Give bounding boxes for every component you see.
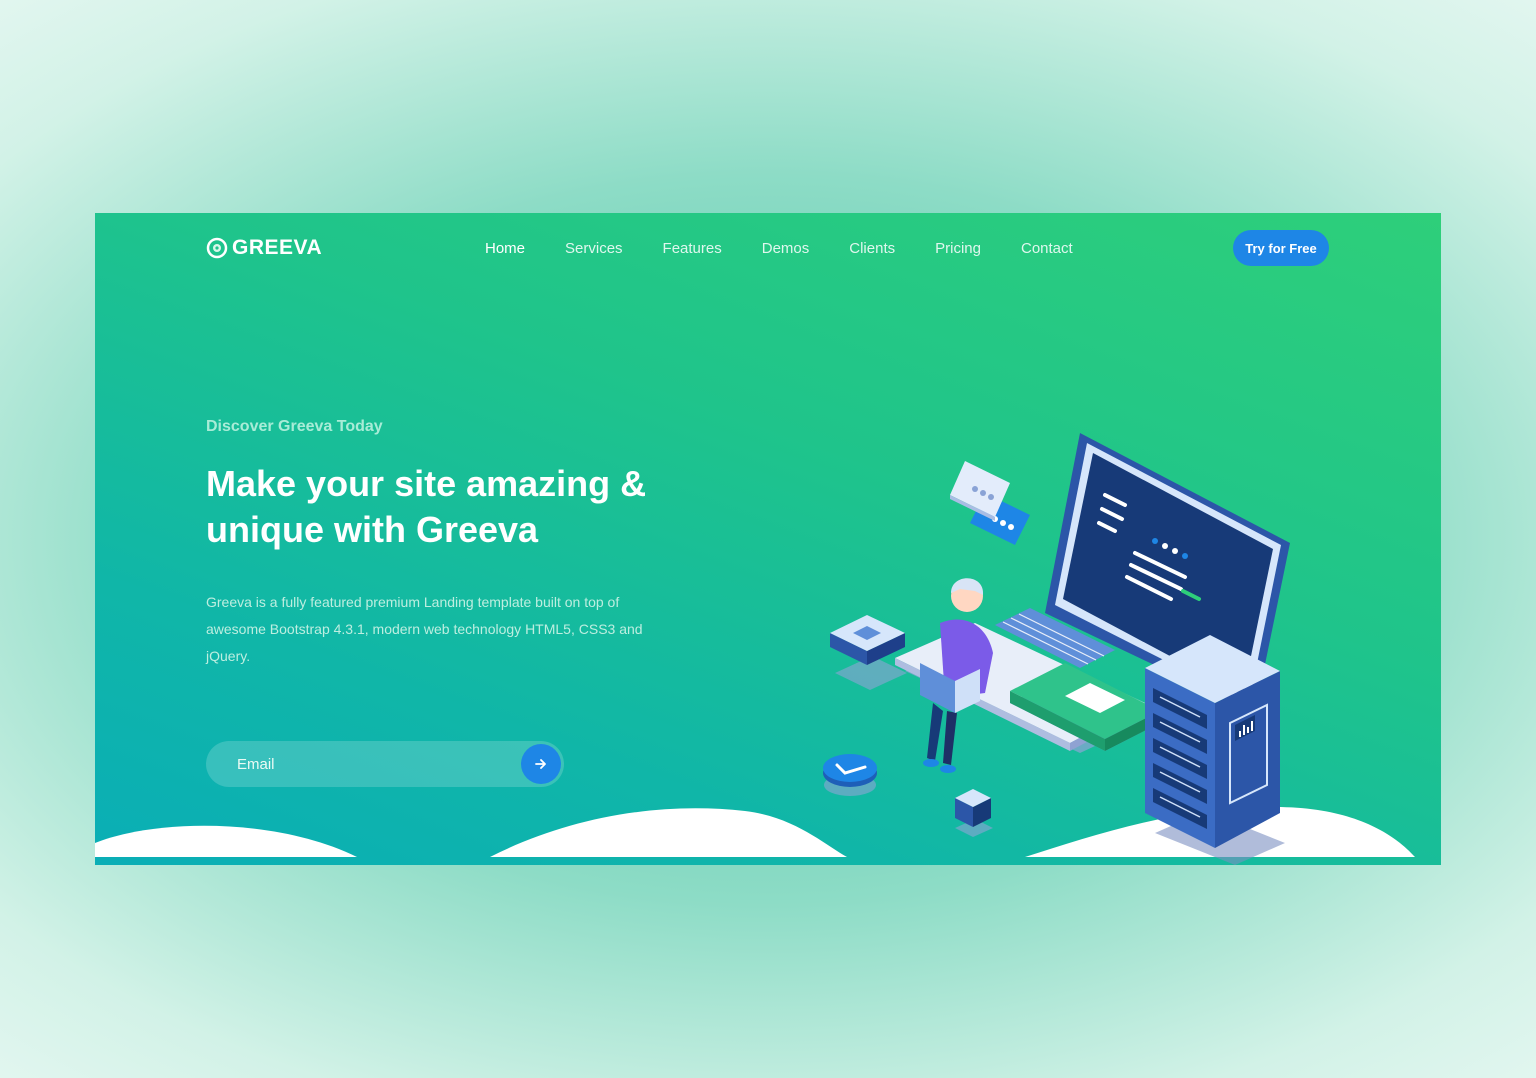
nav-clients-link[interactable]: Clients [849,240,895,257]
person-illustration [920,578,993,773]
landing-page-hero: GREEVA Home Services Features Demos Clie… [95,213,1441,865]
email-signup-form [206,741,564,787]
email-submit-button[interactable] [521,744,561,784]
chat-bubbles-illustration [950,461,1030,545]
nav-contact-link[interactable]: Contact [1021,240,1073,257]
nav-demos-link[interactable]: Demos [762,240,810,257]
server-rack-illustration [1145,635,1285,865]
hero-description: Greeva is a fully featured premium Landi… [206,594,643,664]
router-illustration [830,615,907,690]
cube-illustration [955,789,993,837]
try-for-free-button[interactable]: Try for Free [1233,230,1329,266]
brand-name: GREEVA [232,236,323,259]
nav-features-link[interactable]: Features [663,240,722,257]
nav-home-link[interactable]: Home [485,240,525,257]
nav-services-link[interactable]: Services [565,240,623,257]
hero-headline: Make your site amazing & unique with Gre… [206,463,647,550]
check-badge-illustration [823,754,877,796]
arrow-right-icon [535,759,546,769]
email-input[interactable] [206,741,506,787]
main-nav: Home Services Features Demos Clients Pri… [485,240,1073,257]
brand-logo[interactable]: GREEVA [206,236,322,260]
hero-kicker: Discover Greeva Today [206,418,383,435]
ring-logo-icon [206,237,228,259]
hero-illustration [823,433,1290,865]
nav-pricing-link[interactable]: Pricing [935,240,981,257]
